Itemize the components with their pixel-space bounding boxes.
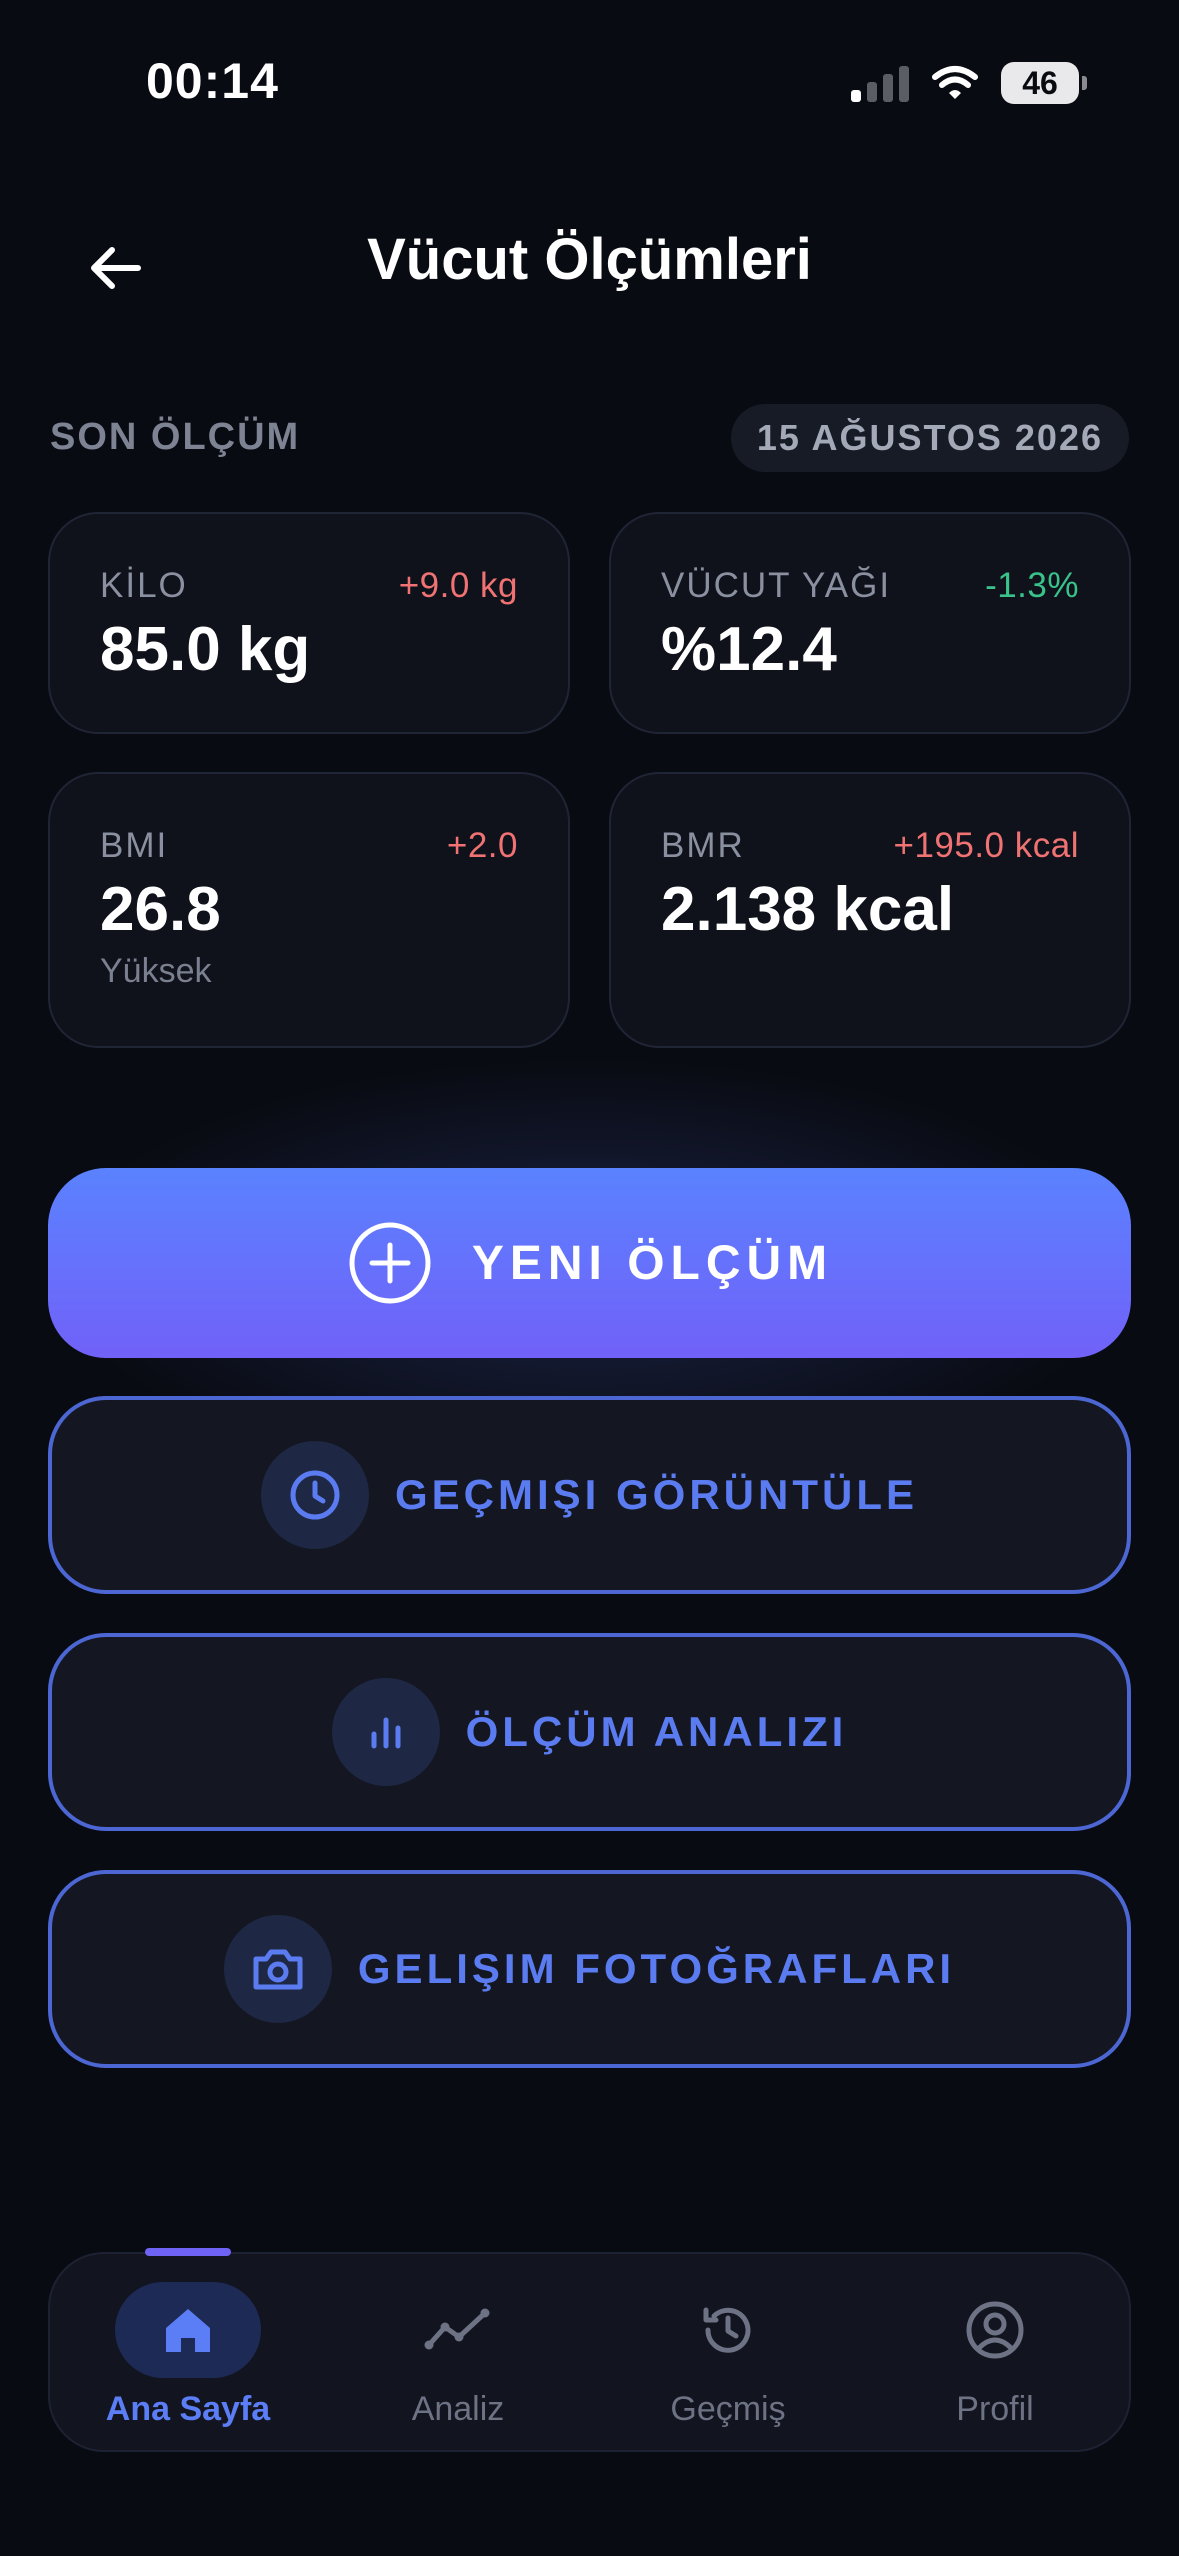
view-history-button[interactable]: GEÇMIŞI GÖRÜNTÜLE [48,1396,1131,1594]
icon-badge [331,1678,440,1786]
metric-delta: +195.0 kcal [893,826,1079,865]
metric-value: 85.0 kg [100,615,311,684]
metric-label: KİLO [100,566,188,605]
page-title: Vücut Ölçümleri [367,227,812,292]
active-tab-indicator [145,2248,231,2256]
nav-item-profile[interactable]: Profil [870,2282,1120,2442]
user-circle-icon [966,2301,1024,2359]
bar-chart-icon [371,1717,401,1749]
status-time: 00:14 [146,53,279,109]
new-measurement-label: YENI ÖLÇÜM [471,1236,834,1290]
nav-label: Ana Sayfa [105,2390,271,2428]
icon-badge [260,1441,369,1549]
nav-label: Geçmiş [670,2390,786,2428]
new-measurement-button[interactable]: YENI ÖLÇÜM [48,1168,1131,1358]
measurement-date-badge: 15 AĞUSTOS 2026 [730,404,1129,472]
nav-label: Profil [956,2390,1034,2428]
metric-value: %12.4 [661,615,837,684]
plus-circle-icon [349,1222,431,1304]
progress-photos-label: GELIŞIM FOTOĞRAFLARI [357,1945,956,1992]
trend-line-icon [424,2308,490,2350]
metric-value: 26.8 [100,875,221,944]
nav-label: Analiz [411,2390,505,2428]
screen: 00:14 46 Vücut Ölçümleri SON ÖLÇÜM 15 AĞ… [0,0,1179,2556]
battery-level: 46 [1022,64,1058,101]
home-icon [166,2309,210,2352]
nav-item-history[interactable]: Geçmiş [603,2282,853,2442]
status-indicators: 46 [851,62,1087,104]
nav-item-analysis[interactable]: Analiz [333,2282,583,2442]
history-icon [703,2307,751,2353]
nav-icon-wrap [115,2282,261,2378]
cellular-signal-icon [851,64,909,102]
metric-label: BMR [661,826,745,865]
metric-delta: +2.0 [446,826,518,865]
nav-icon-wrap [385,2282,531,2378]
bmi-card[interactable]: BMI +2.0 26.8 Yüksek [48,772,570,1048]
camera-icon [253,1949,303,1990]
progress-photos-button[interactable]: GELIŞIM FOTOĞRAFLARI [48,1870,1131,2068]
metric-value: 2.138 kcal [661,875,955,944]
battery-icon: 46 [1001,62,1087,104]
metric-delta: -1.3% [985,566,1079,605]
section-label: SON ÖLÇÜM [50,416,301,458]
icon-badge [223,1915,332,2023]
view-history-label: GEÇMIŞI GÖRÜNTÜLE [394,1471,918,1518]
nav-item-home[interactable]: Ana Sayfa [63,2282,313,2442]
body-fat-card[interactable]: VÜCUT YAĞI -1.3% %12.4 [609,512,1131,734]
measurement-analysis-label: ÖLÇÜM ANALIZI [465,1708,848,1755]
bmr-card[interactable]: BMR +195.0 kcal 2.138 kcal [609,772,1131,1048]
bmi-category: Yüksek [100,952,212,990]
wifi-icon [932,66,978,99]
bottom-navigation: Ana Sayfa Analiz Geçmiş Profil [48,2248,1131,2452]
nav-icon-wrap [655,2282,801,2378]
metric-delta: +9.0 kg [398,566,518,605]
clock-icon [290,1470,340,1520]
weight-card[interactable]: KİLO +9.0 kg 85.0 kg [48,512,570,734]
nav-icon-wrap [922,2282,1068,2378]
metric-label: VÜCUT YAĞI [661,566,892,605]
metric-label: BMI [100,826,169,865]
measurement-analysis-button[interactable]: ÖLÇÜM ANALIZI [48,1633,1131,1831]
